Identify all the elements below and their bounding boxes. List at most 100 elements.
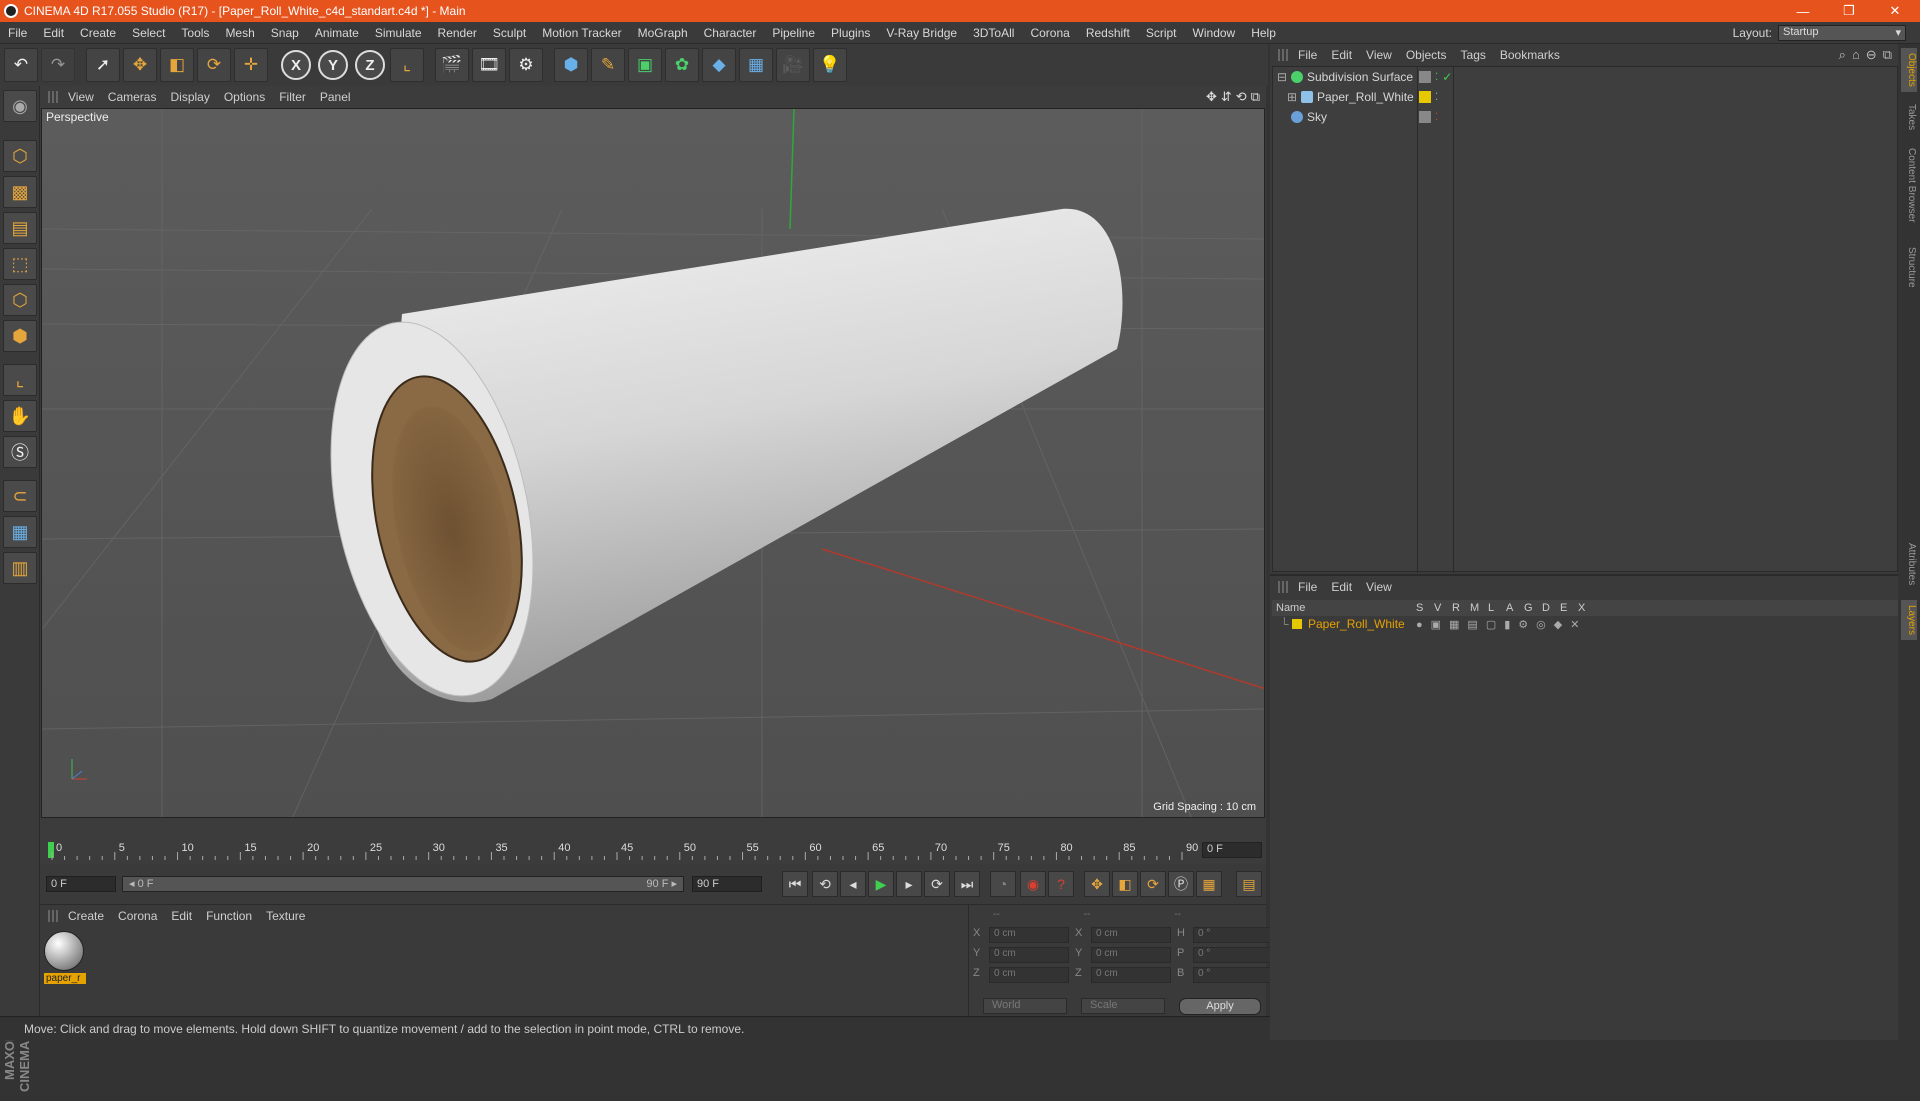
position-y-field[interactable]: 0 cm <box>989 947 1069 963</box>
material-menu-function[interactable]: Function <box>204 909 264 923</box>
light-icon[interactable]: 💡 <box>813 48 847 82</box>
layer-menu-file[interactable]: File <box>1296 580 1329 594</box>
previous-key-icon[interactable]: ⟲ <box>812 871 838 897</box>
menu-mesh[interactable]: Mesh <box>217 26 262 40</box>
menu-corona[interactable]: Corona <box>1022 26 1077 40</box>
size-z-field[interactable]: 0 cm <box>1091 967 1171 983</box>
column-deformers[interactable]: D <box>1542 602 1560 614</box>
column-view[interactable]: V <box>1434 602 1452 614</box>
frame-range-slider[interactable]: ◂ 0 F 90 F ▸ <box>122 876 684 892</box>
menu-pipeline[interactable]: Pipeline <box>764 26 823 40</box>
position-x-field[interactable]: 0 cm <box>989 927 1069 943</box>
mograph-cloner-icon[interactable]: ✿ <box>665 48 699 82</box>
model-mode-icon[interactable]: ⬡ <box>3 140 37 172</box>
visibility-dots-icon[interactable]: ⁚ <box>1435 92 1438 103</box>
menu-vray-bridge[interactable]: V-Ray Bridge <box>878 26 965 40</box>
planar-workplane-icon[interactable]: ▥ <box>3 552 37 584</box>
object-menu-file[interactable]: File <box>1296 48 1329 62</box>
menu-file[interactable]: File <box>0 26 35 40</box>
size-mode-dropdown[interactable]: Scale <box>1081 998 1165 1014</box>
edit-render-settings-icon[interactable]: ⚙ <box>509 48 543 82</box>
menu-script[interactable]: Script <box>1138 26 1185 40</box>
points-mode-icon[interactable]: ⬚ <box>3 248 37 280</box>
menu-tools[interactable]: Tools <box>173 26 217 40</box>
perspective-viewport[interactable]: Perspective Grid Spacing: 10 cm <box>41 108 1265 818</box>
material-menu-corona[interactable]: Corona <box>116 909 169 923</box>
y-axis-lock-icon[interactable]: Y <box>316 48 350 82</box>
menu-simulate[interactable]: Simulate <box>367 26 430 40</box>
menu-animate[interactable]: Animate <box>307 26 367 40</box>
material-menu-texture[interactable]: Texture <box>264 909 317 923</box>
timeline-window-icon[interactable]: ▤ <box>1236 871 1262 897</box>
panel-grip-icon[interactable] <box>1278 581 1288 593</box>
pen-spline-icon[interactable]: ✎ <box>591 48 625 82</box>
column-solo[interactable]: S <box>1416 602 1434 614</box>
playhead-marker[interactable] <box>48 842 54 858</box>
panel-grip-icon[interactable] <box>1278 49 1288 61</box>
scale-tool-icon[interactable]: ◧ <box>160 48 194 82</box>
x-axis-lock-icon[interactable]: X <box>279 48 313 82</box>
new-window-icon[interactable]: ⧉ <box>1883 47 1892 63</box>
make-editable-icon[interactable]: ◉ <box>3 90 37 122</box>
viewport-menu-options[interactable]: Options <box>222 90 277 104</box>
column-expressions[interactable]: E <box>1560 602 1578 614</box>
texture-mode-icon[interactable]: ▩ <box>3 176 37 208</box>
deformer-icon[interactable]: ◆ <box>702 48 736 82</box>
object-row[interactable]: ⊞ Paper_Roll_White ⁚ <box>1273 87 1893 107</box>
viewport-menu-view[interactable]: View <box>66 90 106 104</box>
key-parameter-icon[interactable]: Ⓟ <box>1168 871 1194 897</box>
go-to-start-icon[interactable]: ⏮ <box>782 871 808 897</box>
edges-mode-icon[interactable]: ⬡ <box>3 284 37 316</box>
timeline-end-field[interactable]: 0 F <box>1202 842 1262 858</box>
live-select-icon[interactable]: ✛ <box>234 48 268 82</box>
key-position-icon[interactable]: ✥ <box>1084 871 1110 897</box>
pan-view-icon[interactable]: ✥ <box>1206 89 1217 105</box>
object-menu-view[interactable]: View <box>1364 48 1404 62</box>
key-pla-icon[interactable]: ▦ <box>1196 871 1222 897</box>
size-x-field[interactable]: 0 cm <box>1091 927 1171 943</box>
column-manager[interactable]: M <box>1470 602 1488 614</box>
key-rotation-icon[interactable]: ⟳ <box>1140 871 1166 897</box>
position-z-field[interactable]: 0 cm <box>989 967 1069 983</box>
layer-row[interactable]: └ Paper_Roll_White ●▣▦▤▢▮⚙◎◆✕ <box>1272 616 1898 632</box>
tab-takes[interactable]: Takes <box>1901 100 1917 134</box>
enabled-check-icon[interactable]: ✓ <box>1442 70 1452 84</box>
link-icon[interactable]: ⊖ <box>1866 47 1877 63</box>
record-keys-icon[interactable]: ◔ <box>990 871 1016 897</box>
minimize-button[interactable]: — <box>1780 0 1826 22</box>
key-scale-icon[interactable]: ◧ <box>1112 871 1138 897</box>
layer-menu-edit[interactable]: Edit <box>1329 580 1364 594</box>
material-swatch[interactable]: paper_r <box>44 931 86 987</box>
object-menu-tags[interactable]: Tags <box>1459 48 1498 62</box>
search-icon[interactable]: ⌕ <box>1839 47 1846 63</box>
menu-edit[interactable]: Edit <box>35 26 72 40</box>
rotation-b-field[interactable]: 0 ° <box>1193 967 1273 983</box>
snap-magnet-icon[interactable]: ⊂ <box>3 480 37 512</box>
tab-content-browser[interactable]: Content Browser <box>1901 140 1917 230</box>
object-menu-bookmarks[interactable]: Bookmarks <box>1498 48 1572 62</box>
column-name[interactable]: Name <box>1272 602 1416 614</box>
viewport-menu-cameras[interactable]: Cameras <box>106 90 169 104</box>
menu-character[interactable]: Character <box>696 26 765 40</box>
menu-redshift[interactable]: Redshift <box>1078 26 1138 40</box>
tab-attributes[interactable]: Attributes <box>1901 534 1917 594</box>
workplane-icon[interactable]: ▤ <box>3 212 37 244</box>
menu-3dtoall[interactable]: 3DToAll <box>965 26 1022 40</box>
play-forward-icon[interactable]: ▶ <box>868 871 894 897</box>
panel-grip-icon[interactable] <box>48 91 58 103</box>
menu-sculpt[interactable]: Sculpt <box>485 26 534 40</box>
menu-motion-tracker[interactable]: Motion Tracker <box>534 26 629 40</box>
material-menu-create[interactable]: Create <box>66 909 116 923</box>
visibility-dots-icon[interactable]: ⁚ <box>1435 112 1438 123</box>
layer-tag-icon[interactable] <box>1419 71 1431 83</box>
maximize-view-icon[interactable]: ⧉ <box>1251 89 1260 105</box>
redo-icon[interactable]: ↷ <box>41 48 75 82</box>
previous-frame-icon[interactable]: ◂ <box>840 871 866 897</box>
object-menu-edit[interactable]: Edit <box>1329 48 1364 62</box>
layer-tag-icon[interactable] <box>1419 111 1431 123</box>
rotation-h-field[interactable]: 0 ° <box>1193 927 1273 943</box>
panel-grip-icon[interactable] <box>48 910 58 922</box>
size-y-field[interactable]: 0 cm <box>1091 947 1171 963</box>
rotate-tool-icon[interactable]: ⟳ <box>197 48 231 82</box>
camera-icon[interactable]: 🎥 <box>776 48 810 82</box>
